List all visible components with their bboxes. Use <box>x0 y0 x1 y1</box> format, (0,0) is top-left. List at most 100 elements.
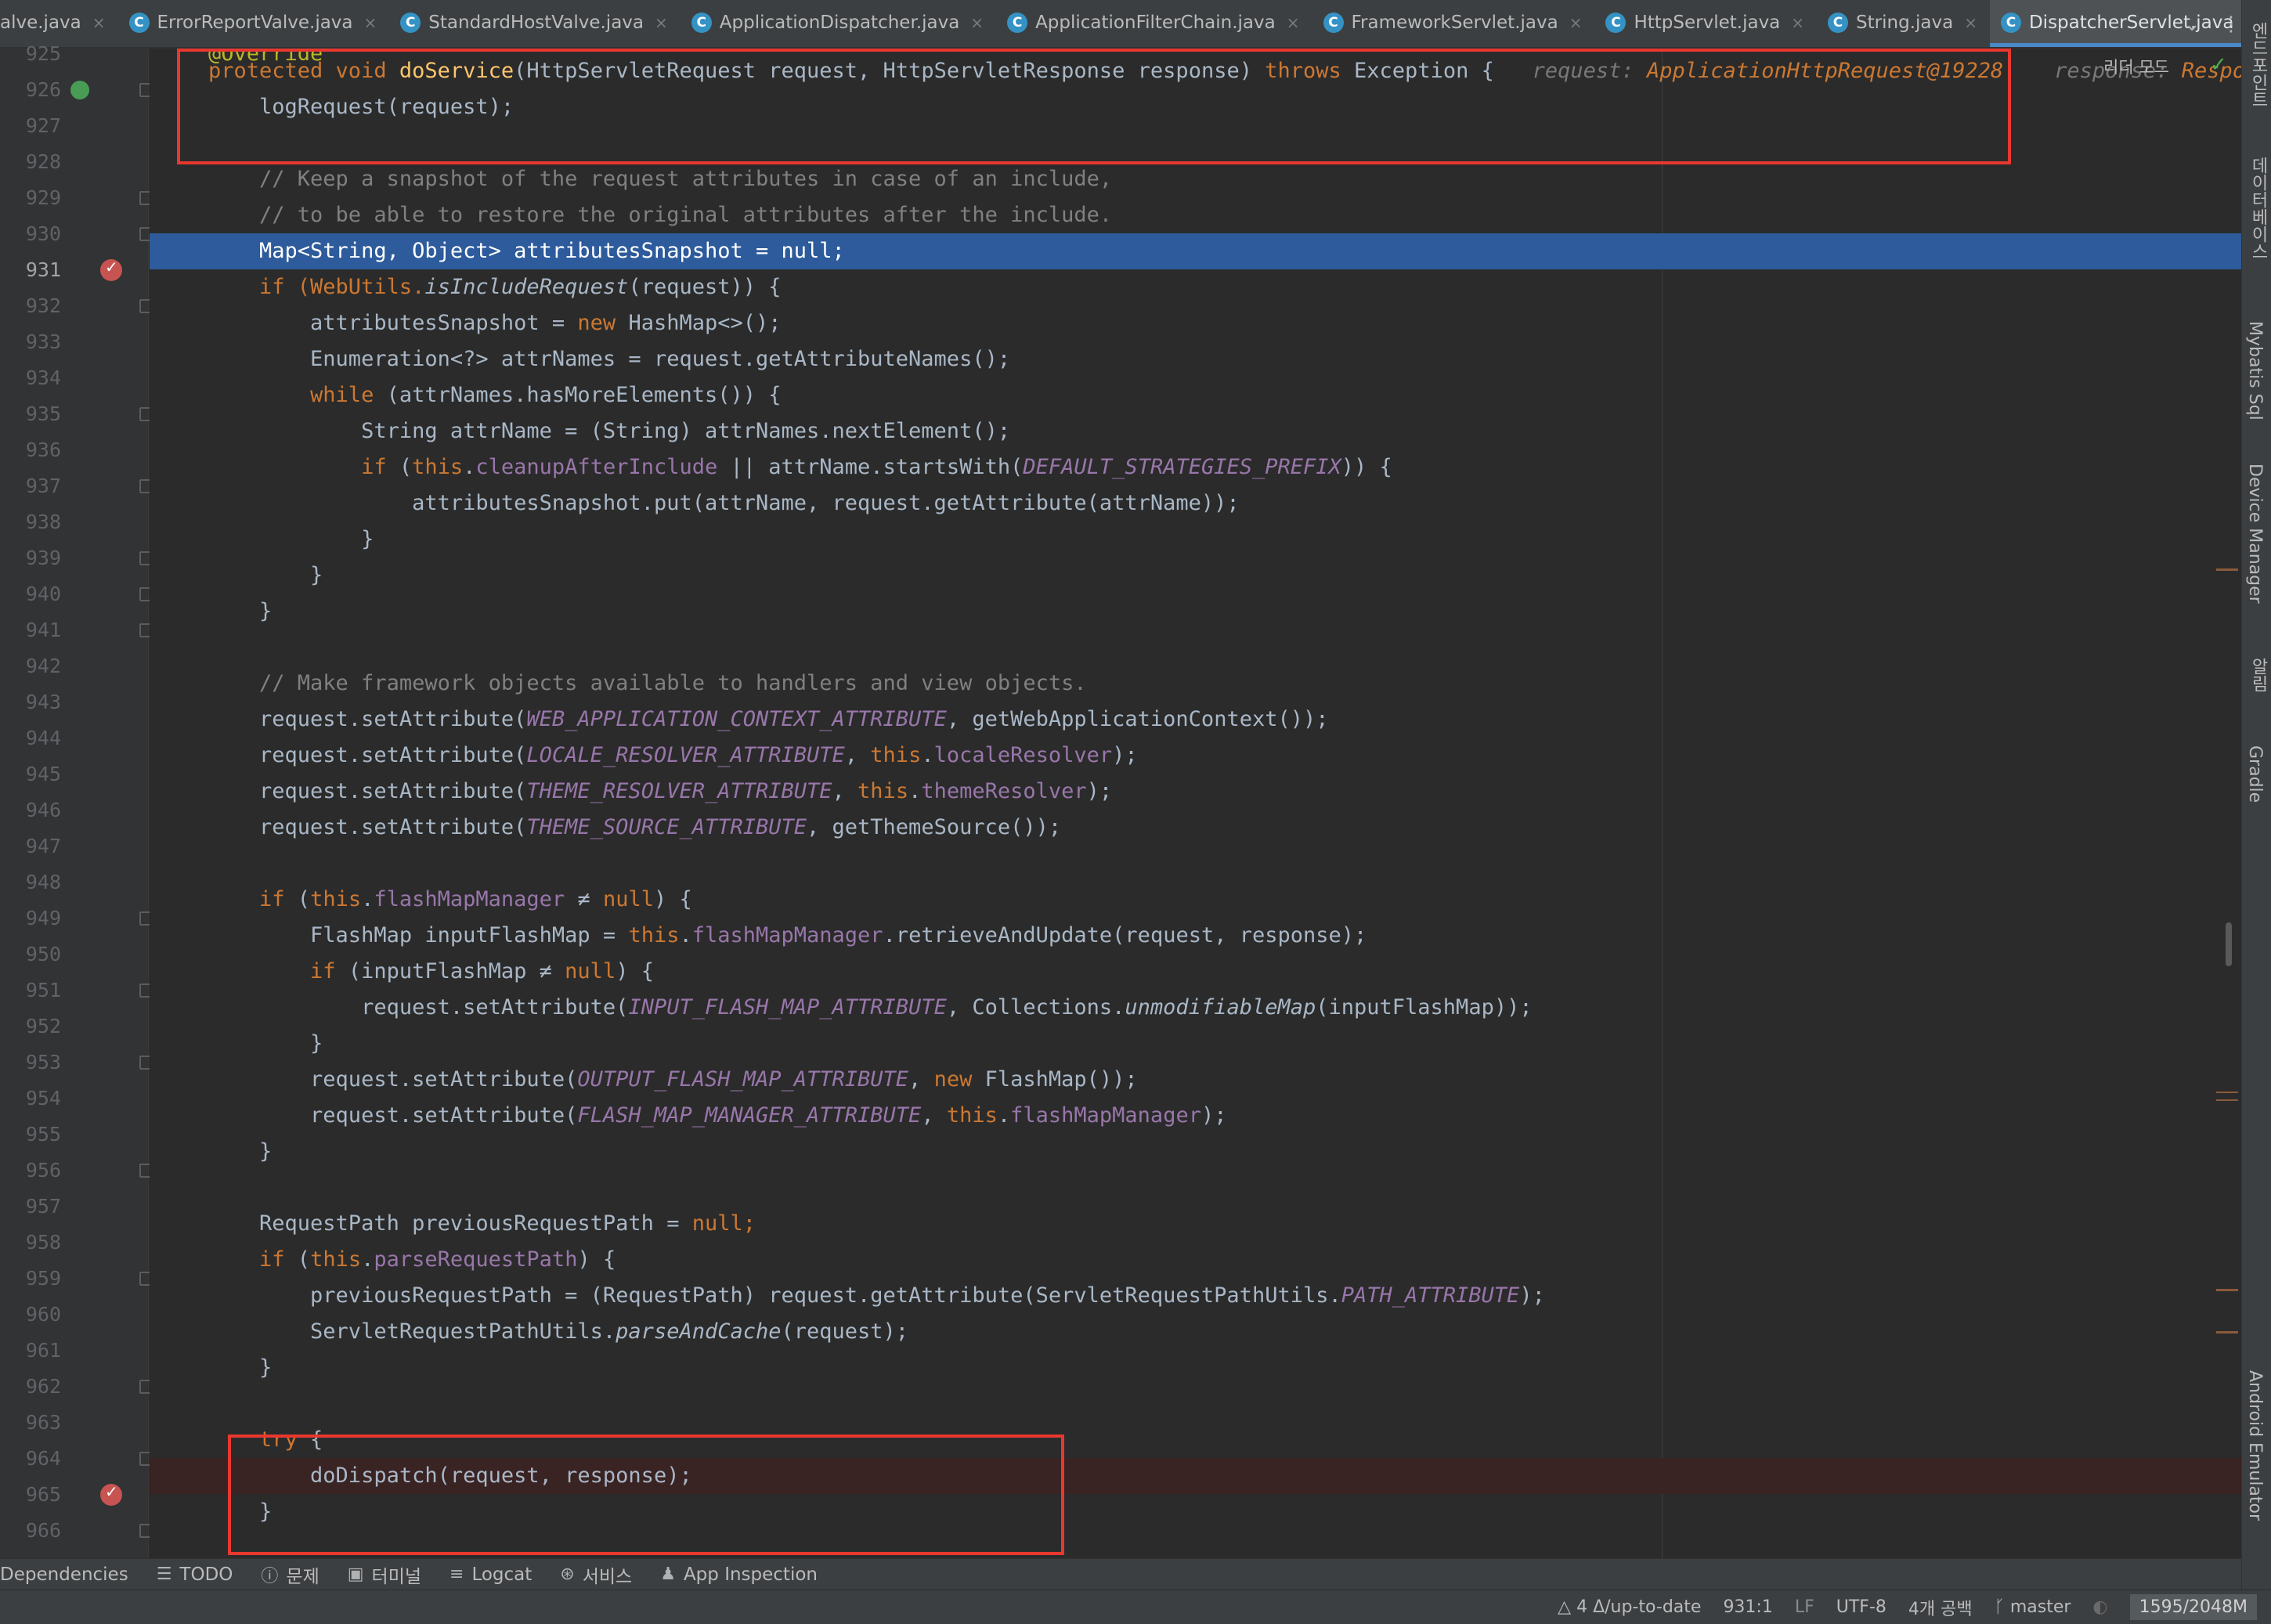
tab-label: StandardHostValve.java <box>428 13 644 33</box>
caret-position[interactable]: 931:1 <box>1723 1597 1772 1617</box>
close-icon[interactable]: × <box>655 13 668 32</box>
line-number[interactable]: 944 <box>0 727 61 749</box>
right-tool-2[interactable]: Mybatis Sql <box>2245 321 2265 420</box>
line-number[interactable]: 932 <box>0 294 61 317</box>
more-menu-icon[interactable]: ⋮ <box>2221 13 2241 36</box>
terminal-icon: ▣ <box>347 1564 364 1584</box>
right-tool-4[interactable]: 알림 <box>2245 658 2270 692</box>
code-line-959: if (this.parseRequestPath) { <box>208 1247 616 1272</box>
tool-window-label: 터미널 <box>371 1566 422 1587</box>
line-number[interactable]: 946 <box>0 799 61 821</box>
git-branch[interactable]: ᚴ master <box>1995 1597 2071 1617</box>
line-number[interactable]: 966 <box>0 1519 61 1542</box>
line-number[interactable]: 948 <box>0 871 61 893</box>
line-number[interactable]: 957 <box>0 1195 61 1218</box>
reader-mode-toggle[interactable]: 리더 모드 <box>2103 55 2169 78</box>
line-number[interactable]: 936 <box>0 438 61 461</box>
tab-3[interactable]: C ApplicationDispatcher.java × <box>681 0 996 47</box>
tool-window-4[interactable]: ≡ Logcat <box>450 1564 532 1585</box>
line-number[interactable]: 934 <box>0 366 61 389</box>
right-tool-6[interactable]: Android Emulator <box>2245 1370 2265 1521</box>
line-number[interactable]: 963 <box>0 1411 61 1434</box>
line-number[interactable]: 937 <box>0 475 61 497</box>
tab-4[interactable]: C ApplicationFilterChain.java × <box>996 0 1312 47</box>
line-number[interactable]: 951 <box>0 979 61 1001</box>
line-number[interactable]: 925 <box>0 42 61 65</box>
file-encoding[interactable]: UTF-8 <box>1836 1597 1886 1617</box>
tool-window-0[interactable]: Dependencies <box>0 1564 128 1585</box>
right-tool-0[interactable]: 엔드포인트 <box>2245 22 2270 108</box>
tool-window-6[interactable]: ♟ App Inspection <box>660 1564 818 1585</box>
line-number[interactable]: 962 <box>0 1375 61 1398</box>
line-number[interactable]: 938 <box>0 511 61 533</box>
override-method-icon[interactable] <box>70 81 89 99</box>
chevron-down-icon[interactable]: ⌄ <box>2183 13 2201 36</box>
close-icon[interactable]: × <box>1569 13 1583 32</box>
line-number[interactable]: 947 <box>0 835 61 857</box>
close-icon[interactable]: × <box>1791 13 1804 32</box>
line-number[interactable]: 929 <box>0 186 61 209</box>
tool-window-5[interactable]: ⊛ 서비스 <box>560 1561 632 1588</box>
line-number[interactable]: 935 <box>0 402 61 425</box>
scrollbar-marker <box>2216 1331 2238 1333</box>
line-number[interactable]: 953 <box>0 1051 61 1074</box>
line-number[interactable]: 958 <box>0 1231 61 1254</box>
line-number[interactable]: 964 <box>0 1447 61 1470</box>
line-number[interactable]: 931 <box>0 258 61 281</box>
indent-setting[interactable]: 4개 공백 <box>1908 1595 1973 1620</box>
line-number[interactable]: 933 <box>0 330 61 353</box>
close-icon[interactable]: × <box>1964 13 1977 32</box>
line-number[interactable]: 940 <box>0 583 61 605</box>
line-number[interactable]: 945 <box>0 763 61 785</box>
code-line-933: attributesSnapshot = new HashMap<>(); <box>208 311 782 335</box>
line-separator[interactable]: LF <box>1795 1597 1814 1617</box>
code-line-953: } <box>208 1031 323 1056</box>
line-number[interactable]: 954 <box>0 1087 61 1110</box>
code-line-952: request.setAttribute(INPUT_FLASH_MAP_ATT… <box>208 995 1533 1020</box>
tab-5[interactable]: C FrameworkServlet.java × <box>1312 0 1595 47</box>
line-number[interactable]: 930 <box>0 222 61 245</box>
line-number[interactable]: 961 <box>0 1339 61 1362</box>
line-number[interactable]: 942 <box>0 655 61 677</box>
breakpoint-icon[interactable] <box>100 258 122 281</box>
code-editor[interactable]: @Override protected void doService(HttpS… <box>150 49 2241 1558</box>
right-tool-1[interactable]: 데이터베이스 <box>2245 157 2270 260</box>
memory-indicator[interactable]: 1595/2048M <box>2129 1594 2257 1620</box>
tab-1[interactable]: C ErrorReportValve.java × <box>118 0 390 47</box>
close-icon[interactable]: × <box>1287 13 1300 32</box>
line-number[interactable]: 959 <box>0 1267 61 1290</box>
tab-0[interactable]: alve.java × <box>0 0 118 47</box>
tool-window-1[interactable]: ☰ TODO <box>157 1564 233 1585</box>
code-line-958: RequestPath previousRequestPath = null; <box>208 1211 756 1236</box>
line-number[interactable]: 952 <box>0 1015 61 1038</box>
tool-window-3[interactable]: ▣ 터미널 <box>348 1561 421 1588</box>
tab-7[interactable]: C String.java × <box>1817 0 1990 47</box>
close-icon[interactable]: × <box>970 13 984 32</box>
vcs-status[interactable]: △ 4 Δ/up-to-date <box>1558 1597 1701 1617</box>
line-number[interactable]: 955 <box>0 1123 61 1146</box>
tool-window-2[interactable]: ⓘ 문제 <box>261 1561 319 1588</box>
close-icon[interactable]: × <box>92 13 106 32</box>
editor-scrollbar-thumb[interactable] <box>2226 922 2232 966</box>
scrollbar-marker <box>2216 1099 2238 1101</box>
line-number[interactable]: 928 <box>0 150 61 173</box>
tool-window-label: 서비스 <box>582 1566 633 1587</box>
right-tool-3[interactable]: Device Manager <box>2245 464 2265 604</box>
line-number[interactable]: 927 <box>0 114 61 137</box>
line-number[interactable]: 965 <box>0 1483 61 1506</box>
line-number[interactable]: 926 <box>0 78 61 101</box>
line-number[interactable]: 949 <box>0 907 61 929</box>
line-number[interactable]: 950 <box>0 943 61 965</box>
line-number[interactable]: 939 <box>0 547 61 569</box>
right-tool-5[interactable]: Gradle <box>2245 745 2265 803</box>
tab-6[interactable]: C HttpServlet.java × <box>1594 0 1817 47</box>
code-line-954: request.setAttribute(OUTPUT_FLASH_MAP_AT… <box>208 1067 1138 1092</box>
line-number[interactable]: 956 <box>0 1159 61 1182</box>
line-number[interactable]: 943 <box>0 691 61 713</box>
line-number[interactable]: 941 <box>0 619 61 641</box>
tab-2[interactable]: C StandardHostValve.java × <box>389 0 680 47</box>
tab-label: FrameworkServlet.java <box>1351 13 1558 33</box>
breakpoint-icon[interactable] <box>100 1482 122 1506</box>
line-number[interactable]: 960 <box>0 1303 61 1326</box>
close-icon[interactable]: × <box>364 13 377 32</box>
